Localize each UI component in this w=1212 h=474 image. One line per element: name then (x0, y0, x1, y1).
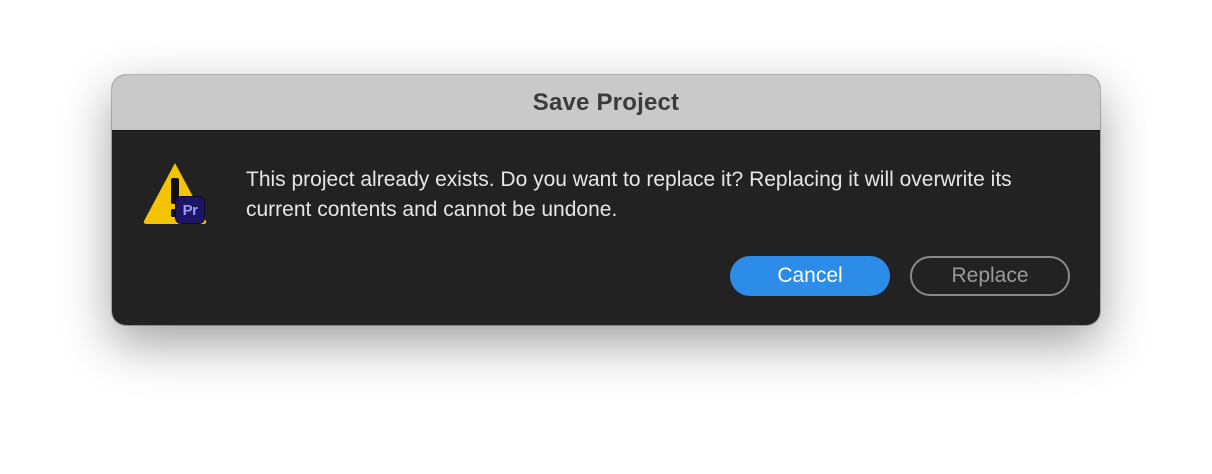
save-project-dialog: Save Project Pr This project already exi… (112, 75, 1100, 325)
premiere-badge-text: Pr (182, 201, 198, 219)
replace-button[interactable]: Replace (910, 256, 1070, 296)
premiere-pro-icon: Pr (176, 197, 204, 223)
warning-icon: Pr (142, 161, 208, 227)
dialog-titlebar: Save Project (112, 75, 1100, 131)
dialog-message: This project already exists. Do you want… (246, 168, 1012, 221)
cancel-button[interactable]: Cancel (730, 256, 890, 296)
dialog-title: Save Project (532, 88, 680, 116)
